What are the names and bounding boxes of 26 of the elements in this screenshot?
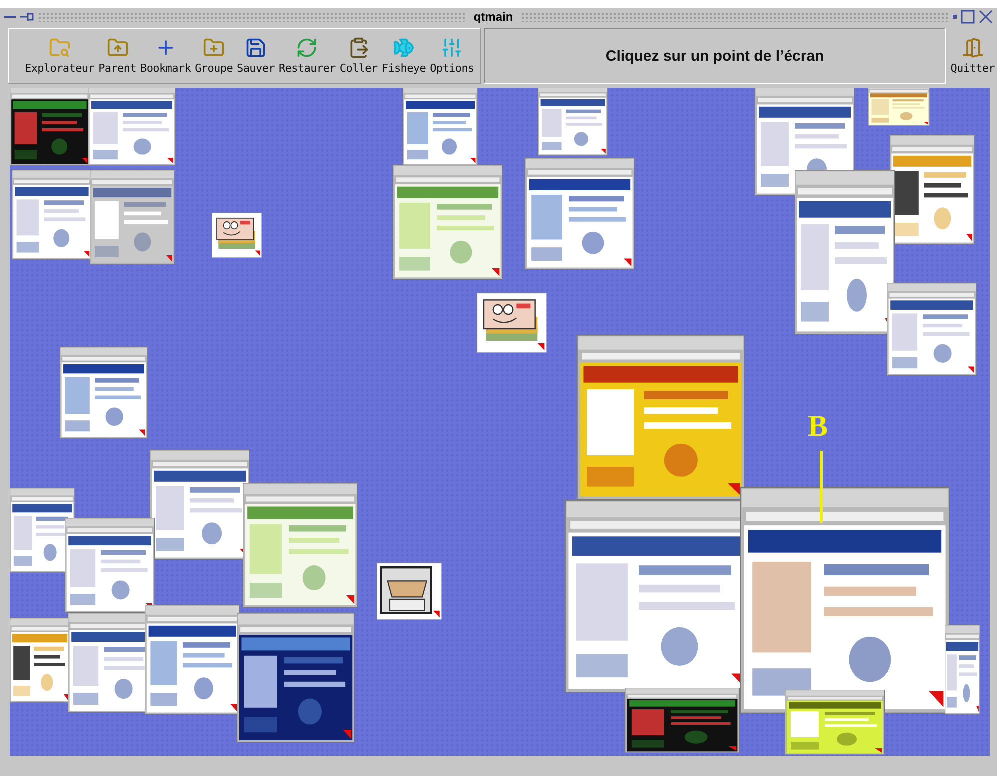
toolbar-button[interactable]: Explorateur <box>23 29 97 83</box>
title-bar-grip[interactable] <box>521 12 949 22</box>
toolbar-button[interactable]: Coller <box>338 29 380 83</box>
save-icon <box>245 37 267 59</box>
toolbar-button[interactable]: Groupe <box>193 29 236 83</box>
toolbar-button[interactable]: Sauver <box>235 29 277 83</box>
toolbar-button[interactable]: Parent <box>96 29 138 83</box>
maximize-icon[interactable] <box>961 10 975 24</box>
fish-icon <box>392 37 415 59</box>
folder-plus-icon <box>203 37 226 59</box>
pin-icon[interactable] <box>20 12 34 22</box>
quit-button[interactable]: Quitter <box>948 28 997 84</box>
refresh-icon <box>296 37 318 59</box>
toolbar-button[interactable]: Bookmark <box>138 29 194 83</box>
window-title: qtmain <box>472 10 514 24</box>
sliders-icon <box>441 37 464 59</box>
close-icon[interactable] <box>979 10 993 24</box>
status-message: Cliquez sur un point de l’écran <box>484 28 946 84</box>
door-icon <box>962 37 984 59</box>
annotation-label: B <box>808 412 828 442</box>
folder-search-icon <box>48 37 71 59</box>
folder-up-icon <box>106 37 129 59</box>
title-bar-grip[interactable] <box>38 12 466 22</box>
toolbar-button[interactable]: Options <box>428 29 476 83</box>
toolbar-button[interactable]: Restaurer <box>276 29 338 83</box>
toolbar-button[interactable]: Fisheye <box>380 29 428 83</box>
